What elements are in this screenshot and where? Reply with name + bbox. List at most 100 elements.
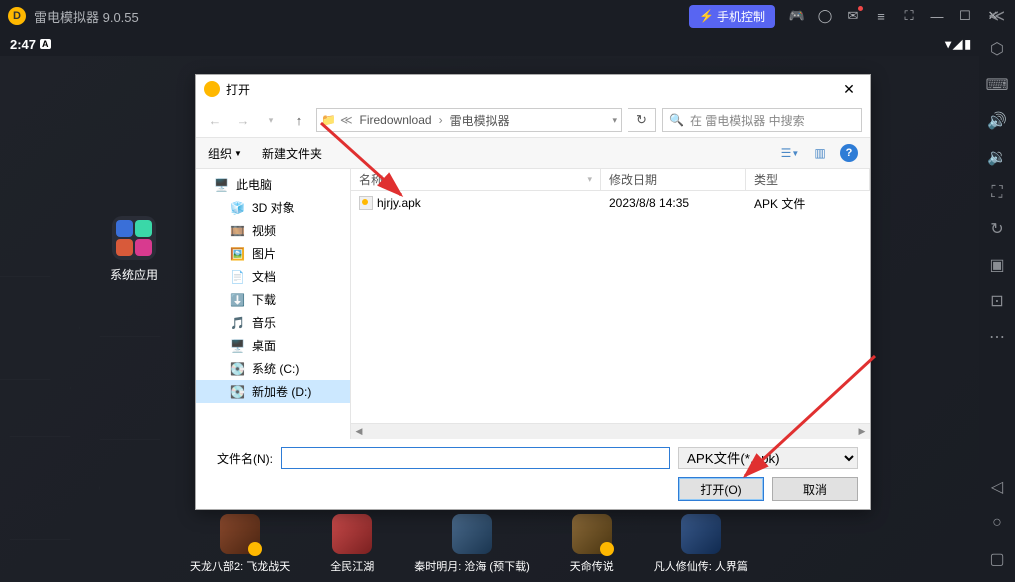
recent-icon[interactable]: ▢: [986, 548, 1008, 570]
maximize-icon[interactable]: ☐: [951, 2, 979, 30]
tree-item-label: 视频: [252, 222, 276, 239]
dock-app-label: 秦时明月: 沧海 (预下载): [414, 558, 530, 574]
search-input[interactable]: 🔍 在 雷电模拟器 中搜索: [662, 108, 862, 132]
breadcrumb-item[interactable]: 雷电模拟器: [447, 112, 513, 129]
chevron-down-icon[interactable]: ▾: [612, 115, 617, 126]
tree-item[interactable]: 📄 文档: [196, 265, 350, 288]
folder-icon: 📁: [321, 113, 336, 127]
download-icon: ⬇️: [230, 293, 246, 307]
app-title: 雷电模拟器 9.0.55: [34, 7, 689, 26]
music-icon: 🎵: [230, 316, 246, 330]
open-button[interactable]: 打开(O): [678, 477, 764, 501]
horizontal-scrollbar[interactable]: ◀ ▶: [351, 423, 870, 439]
filename-input[interactable]: [281, 447, 670, 469]
search-icon: 🔍: [669, 113, 684, 127]
refresh-button[interactable]: ↻: [628, 108, 656, 132]
system-apps-folder[interactable]: 系统应用: [110, 216, 158, 283]
tree-item[interactable]: 🧊3D 对象: [196, 196, 350, 219]
dialog-titlebar: 打开 ✕: [196, 75, 870, 103]
tree-item[interactable]: ⬇️ 下载: [196, 288, 350, 311]
dock-app[interactable]: 凡人修仙传: 人界篇: [654, 514, 748, 574]
dialog-footer: 文件名(N): APK文件(*.apk) 打开(O) 取消: [196, 439, 870, 509]
collapse-sidebar-icon[interactable]: ≪: [988, 6, 1005, 26]
tree-item[interactable]: 🖥️桌面: [196, 334, 350, 357]
mail-icon[interactable]: ✉: [839, 2, 867, 30]
scroll-left-icon[interactable]: ◀: [351, 426, 367, 437]
gamepad-icon[interactable]: 🎮: [783, 2, 811, 30]
drive-icon: 💽: [230, 385, 246, 399]
tree-item[interactable]: 🖥️此电脑: [196, 173, 350, 196]
user-icon[interactable]: ◯: [811, 2, 839, 30]
dialog-title: 打开: [226, 81, 250, 98]
app-dock: 天龙八部2: 飞龙战天 全民江湖 秦时明月: 沧海 (预下载) 天命传说 凡人修…: [190, 514, 919, 574]
3d-icon: 🧊: [230, 201, 246, 215]
tree-item[interactable]: 💽新加卷 (D:): [196, 380, 350, 403]
volume-up-icon[interactable]: 🔊: [986, 110, 1008, 132]
column-name[interactable]: 名称: [351, 169, 601, 190]
dock-app-label: 凡人修仙传: 人界篇: [654, 558, 748, 574]
battery-icon: ▮: [964, 37, 971, 51]
breadcrumb[interactable]: 📁 ≪ Firedownload › 雷电模拟器 ▾: [316, 108, 622, 132]
dock-app[interactable]: 全民江湖: [330, 514, 374, 574]
apk-file-icon: [359, 196, 373, 210]
filename-label: 文件名(N):: [208, 450, 273, 467]
phone-control-button[interactable]: ⚡ 手机控制: [689, 5, 775, 28]
screenshot-icon[interactable]: ▣: [986, 254, 1008, 276]
tree-item-label: 文档: [252, 268, 276, 285]
system-apps-label: 系统应用: [110, 266, 158, 283]
nav-up-button[interactable]: ↑: [288, 113, 310, 128]
record-icon[interactable]: ⊡: [986, 290, 1008, 312]
home-icon[interactable]: ○: [986, 512, 1008, 534]
file-type: APK 文件: [746, 195, 870, 212]
nav-dropdown-button[interactable]: ▾: [260, 115, 282, 126]
tree-item[interactable]: 🎵 音乐: [196, 311, 350, 334]
fullscreen-icon[interactable]: ⛶: [895, 2, 923, 30]
image-icon: 🖼️: [230, 247, 246, 261]
tree-item[interactable]: 🎞️ 视频: [196, 219, 350, 242]
column-date[interactable]: 修改日期: [601, 169, 746, 190]
dock-app[interactable]: 秦时明月: 沧海 (预下载): [414, 514, 530, 574]
nav-back-button[interactable]: ←: [204, 113, 226, 128]
scroll-right-icon[interactable]: ▶: [854, 426, 870, 437]
dialog-toolbar: 组织 ▼ 新建文件夹 ☰ ▼ ▥ ?: [196, 137, 870, 169]
android-statusbar: 2:47 A ▾ ◢ ▮: [0, 32, 1015, 56]
file-row[interactable]: hjrjy.apk2023/8/8 14:35APK 文件: [351, 191, 870, 213]
column-type[interactable]: 类型: [746, 169, 870, 190]
clock-label: 2:47: [10, 37, 36, 52]
more-icon[interactable]: ⋯: [986, 326, 1008, 348]
tree-item[interactable]: 💽系统 (C:): [196, 357, 350, 380]
breadcrumb-sep: ≪: [340, 113, 353, 127]
dock-app[interactable]: 天命传说: [570, 514, 614, 574]
dock-app-label: 天龙八部2: 飞龙战天: [190, 558, 290, 574]
dialog-navbar: ← → ▾ ↑ 📁 ≪ Firedownload › 雷电模拟器 ▾ ↻ 🔍 在…: [196, 103, 870, 137]
video-icon: 🎞️: [230, 224, 246, 238]
file-list-header: 名称 修改日期 类型: [351, 169, 870, 191]
file-name: hjrjy.apk: [377, 196, 421, 210]
organize-button[interactable]: 组织 ▼: [208, 145, 242, 162]
help-button[interactable]: ?: [840, 144, 858, 162]
wifi-icon: ▾: [945, 37, 951, 51]
expand-icon[interactable]: ⛶: [986, 182, 1008, 204]
tree-item-label: 音乐: [252, 314, 276, 331]
tree-item-label: 下载: [252, 291, 276, 308]
view-mode-button[interactable]: ☰ ▼: [780, 145, 800, 161]
nav-forward-button[interactable]: →: [232, 113, 254, 128]
breadcrumb-item[interactable]: Firedownload: [357, 113, 435, 127]
preview-pane-button[interactable]: ▥: [810, 145, 830, 161]
cancel-button[interactable]: 取消: [772, 477, 858, 501]
tree-item[interactable]: 🖼️图片: [196, 242, 350, 265]
doc-icon: 📄: [230, 270, 246, 284]
volume-down-icon[interactable]: 🔉: [986, 146, 1008, 168]
minimize-icon[interactable]: —: [923, 2, 951, 30]
keyboard-icon[interactable]: ⌨: [986, 74, 1008, 96]
dock-app[interactable]: 天龙八部2: 飞龙战天: [190, 514, 290, 574]
back-icon[interactable]: ◁: [986, 476, 1008, 498]
file-list: 名称 修改日期 类型 hjrjy.apk2023/8/8 14:35APK 文件…: [351, 169, 870, 439]
menu-icon[interactable]: ≡: [867, 2, 895, 30]
dialog-close-button[interactable]: ✕: [836, 81, 862, 98]
emulator-toolbar: ⬡ ⌨ 🔊 🔉 ⛶ ↻ ▣ ⊡ ⋯ ◁ ○ ▢: [979, 30, 1015, 582]
hexagon-icon[interactable]: ⬡: [986, 38, 1008, 60]
rotate-icon[interactable]: ↻: [986, 218, 1008, 240]
new-folder-button[interactable]: 新建文件夹: [262, 145, 322, 162]
file-filter-select[interactable]: APK文件(*.apk): [678, 447, 858, 469]
